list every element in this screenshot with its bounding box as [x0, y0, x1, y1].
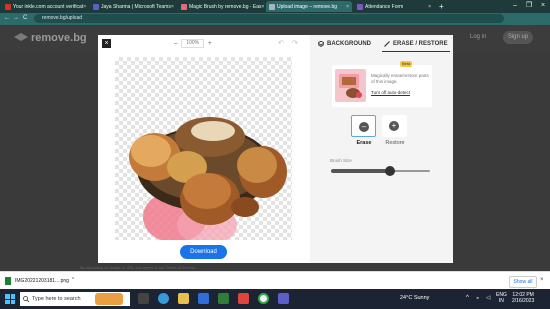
brush-icon: [384, 41, 390, 47]
tab-label: BACKGROUND: [327, 41, 371, 47]
gmail-icon: [5, 3, 11, 10]
tab-close-icon[interactable]: ×: [346, 4, 349, 10]
file-explorer-icon[interactable]: [178, 293, 189, 304]
tab-close-icon[interactable]: ×: [428, 4, 431, 10]
edge-icon[interactable]: [158, 293, 169, 304]
signup-button[interactable]: Sign up: [503, 31, 533, 44]
magic-brush-description: Magically erase/restore parts of this im…: [371, 73, 429, 84]
region-code: IN: [498, 298, 504, 304]
tray-chevron-icon[interactable]: ^: [466, 295, 469, 301]
brush-size-label: Brush Size: [330, 158, 352, 163]
search-placeholder: Type here to search: [32, 296, 81, 302]
tab-close-icon[interactable]: ×: [171, 4, 174, 10]
language-indicator[interactable]: ENG IN: [496, 292, 507, 304]
browser-tab-magic-brush[interactable]: Magic Brush by remove.bg - Eas ×: [178, 1, 264, 12]
clock-date: 2/16/2023: [512, 298, 535, 304]
layers-icon: [318, 41, 324, 47]
tab-label: Magic Brush by remove.bg - Eas: [189, 3, 262, 10]
network-icon[interactable]: ◒: [476, 295, 479, 301]
brush-size-handle[interactable]: [385, 166, 396, 176]
terms-text: By uploading an image or URL you agree t…: [80, 265, 197, 270]
browser-tab-upload[interactable]: Upload image – remove.bg ×: [266, 1, 352, 12]
maximize-button[interactable]: ❐: [522, 0, 536, 12]
logo-text: remove.bg: [31, 32, 87, 44]
undo-icon[interactable]: ↶: [278, 39, 284, 47]
loading-icon: [269, 3, 275, 10]
removebg-logo-icon: [14, 33, 28, 41]
removebg-icon: [181, 3, 187, 10]
magic-brush-card: Beta Magically erase/restore parts of th…: [332, 61, 432, 107]
restore-label: Restore: [385, 140, 405, 146]
food-image: [129, 117, 287, 240]
url-field[interactable]: remove.bg/upload: [34, 14, 504, 23]
turn-off-auto-detect-link[interactable]: Turn off auto-detect: [371, 90, 410, 95]
teams-taskbar-icon[interactable]: [278, 293, 289, 304]
excel-icon[interactable]: [218, 293, 229, 304]
tab-label: Attendance Form: [365, 3, 404, 10]
weather-status[interactable]: 24°C Sunny: [400, 295, 429, 301]
downloads-bar: IMG20221203181....png ^ Show all ×: [0, 271, 550, 289]
zoom-controls: – 100% +: [174, 39, 212, 48]
brush-size-fill: [331, 169, 391, 173]
editor-modal: × – 100% + ↶ ↷ Download BACKGROUND ERASE…: [98, 35, 453, 263]
tab-label: Your inkle.com account verificat: [13, 3, 84, 10]
address-bar-row: ← → C remove.bg/upload: [0, 13, 550, 25]
mail-icon[interactable]: [198, 293, 209, 304]
task-view-icon[interactable]: [138, 293, 149, 304]
image-canvas[interactable]: [115, 57, 292, 240]
tab-close-icon[interactable]: ×: [262, 4, 264, 10]
tab-label: Jaya Sharma | Microsoft Teams: [101, 3, 171, 10]
windows-taskbar: Type here to search 24°C Sunny ^ ◒ ◁ ENG…: [0, 289, 550, 309]
active-tab-indicator: [382, 51, 450, 52]
download-file-name[interactable]: IMG20221203181....png: [15, 278, 69, 284]
restore-tool-button[interactable]: +: [382, 115, 407, 137]
browser-tab-inkle[interactable]: Your inkle.com account verificat ×: [2, 1, 88, 12]
chevron-up-icon[interactable]: ^: [72, 277, 74, 283]
teams-icon: [93, 3, 99, 10]
tab-background[interactable]: BACKGROUND: [318, 41, 371, 47]
show-all-button[interactable]: Show all: [509, 276, 537, 288]
weather-widget-icon[interactable]: [95, 293, 123, 305]
browser-tab-strip: Your inkle.com account verificat × Jaya …: [0, 0, 550, 13]
beta-badge: Beta: [400, 61, 413, 67]
tools-panel: BACKGROUND ERASE / RESTORE Beta Magicall…: [310, 35, 453, 263]
system-clock[interactable]: 12:02 PM 2/16/2023: [512, 292, 534, 304]
browser-tab-attendance[interactable]: Attendance Form ×: [354, 1, 434, 12]
plus-icon: +: [389, 121, 399, 131]
reload-icon[interactable]: C: [23, 15, 27, 21]
removebg-logo[interactable]: remove.bg: [14, 32, 87, 44]
chrome-icon[interactable]: [258, 293, 269, 304]
new-tab-button[interactable]: +: [436, 1, 446, 12]
download-button[interactable]: Download: [180, 245, 227, 259]
back-icon[interactable]: ←: [4, 15, 10, 21]
window-close-button[interactable]: ×: [536, 0, 550, 12]
tab-close-icon[interactable]: ×: [83, 4, 86, 10]
forward-icon[interactable]: →: [13, 15, 19, 21]
zoom-out-button[interactable]: –: [174, 41, 177, 47]
zoom-value: 100%: [181, 39, 205, 48]
forms-icon: [357, 3, 363, 10]
erase-label: Erase: [356, 140, 372, 146]
tab-erase-restore[interactable]: ERASE / RESTORE: [384, 41, 448, 47]
zoom-in-button[interactable]: +: [208, 41, 212, 47]
erase-tool-button[interactable]: –: [351, 115, 376, 137]
browser-tab-teams[interactable]: Jaya Sharma | Microsoft Teams ×: [90, 1, 176, 12]
minimize-button[interactable]: –: [508, 0, 522, 12]
redo-icon[interactable]: ↷: [292, 39, 298, 47]
search-icon: [23, 296, 29, 302]
login-link[interactable]: Log in: [470, 34, 486, 40]
close-editor-button[interactable]: ×: [102, 39, 111, 48]
close-downloads-icon[interactable]: ×: [540, 277, 544, 283]
image-preview-pane: × – 100% + ↶ ↷ Download: [98, 35, 310, 263]
file-icon: [5, 277, 11, 285]
powerpoint-icon[interactable]: [238, 293, 249, 304]
windows-start-icon[interactable]: [5, 294, 15, 304]
volume-icon[interactable]: ◁: [486, 295, 490, 301]
tab-label: ERASE / RESTORE: [393, 41, 448, 47]
magic-brush-thumbnail: [335, 69, 366, 102]
magic-brush-preview-icon: [339, 74, 362, 98]
minus-icon: –: [359, 122, 369, 132]
tab-label: Upload image – remove.bg: [277, 3, 338, 10]
